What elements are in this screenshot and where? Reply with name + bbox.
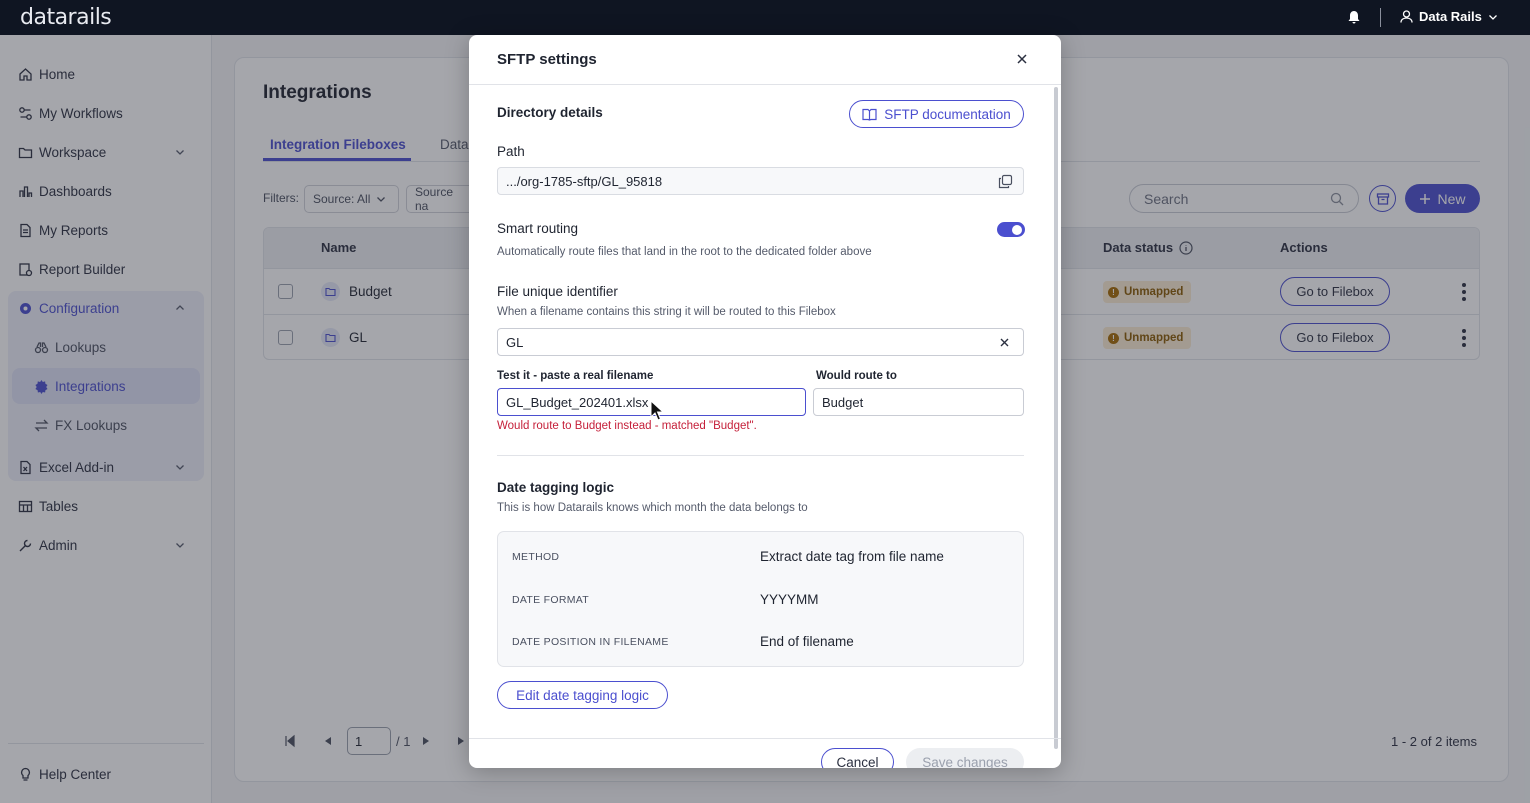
modal-title: SFTP settings	[497, 51, 597, 68]
bell-icon[interactable]	[1347, 10, 1361, 24]
sftp-settings-modal: SFTP settings Directory details SFTP doc…	[469, 35, 1061, 768]
datarails-logo[interactable]: datarails	[20, 5, 112, 30]
user-icon	[1400, 10, 1413, 23]
section-divider	[497, 455, 1024, 456]
copy-icon[interactable]	[998, 174, 1013, 189]
path-label: Path	[497, 144, 525, 159]
routing-error-message: Would route to Budget instead - matched …	[497, 420, 757, 432]
topbar-divider	[1380, 8, 1381, 27]
file-identifier-input[interactable]: GL	[497, 328, 1024, 356]
edit-date-tagging-button[interactable]: Edit date tagging logic	[497, 681, 668, 709]
clear-icon[interactable]	[1000, 338, 1009, 347]
date-position-key: DATE POSITION IN FILENAME	[512, 636, 669, 648]
modal-header: SFTP settings	[469, 35, 1061, 85]
file-identifier-helper: When a filename contains this string it …	[497, 306, 836, 318]
smart-routing-label: Smart routing	[497, 221, 579, 236]
test-filename-label: Test it - paste a real filename	[497, 370, 654, 382]
date-tagging-summary: METHOD Extract date tag from file name D…	[497, 531, 1024, 667]
cancel-button[interactable]: Cancel	[821, 748, 894, 768]
close-icon[interactable]	[1015, 52, 1029, 66]
path-field[interactable]: .../org-1785-sftp/GL_95818	[497, 167, 1024, 195]
smart-routing-toggle[interactable]	[997, 222, 1025, 237]
sftp-documentation-button[interactable]: SFTP documentation	[849, 100, 1024, 128]
modal-footer-divider	[469, 738, 1061, 739]
smart-routing-helper: Automatically route files that land in t…	[497, 246, 872, 258]
directory-details-title: Directory details	[497, 105, 603, 120]
save-changes-button[interactable]: Save changes	[906, 748, 1024, 768]
toggle-knob	[1012, 224, 1022, 235]
date-tagging-helper: This is how Datarails knows which month …	[497, 502, 808, 514]
mouse-cursor-icon	[650, 400, 664, 421]
date-format-key: DATE FORMAT	[512, 594, 589, 606]
book-icon	[862, 108, 877, 121]
date-tagging-title: Date tagging logic	[497, 480, 615, 495]
method-value: Extract date tag from file name	[760, 549, 944, 564]
chevron-down-icon	[1488, 14, 1497, 20]
modal-scrollbar[interactable]	[1054, 87, 1058, 749]
method-key: METHOD	[512, 551, 560, 563]
would-route-to-label: Would route to	[816, 370, 897, 382]
user-name: Data Rails	[1419, 9, 1482, 24]
date-position-value: End of filename	[760, 634, 854, 649]
top-bar: datarails Data Rails	[0, 0, 1530, 35]
would-route-to-field: Budget	[813, 388, 1024, 416]
date-format-value: YYYYMM	[760, 592, 819, 607]
file-identifier-label: File unique identifier	[497, 284, 618, 299]
user-menu[interactable]: Data Rails	[1400, 9, 1498, 24]
